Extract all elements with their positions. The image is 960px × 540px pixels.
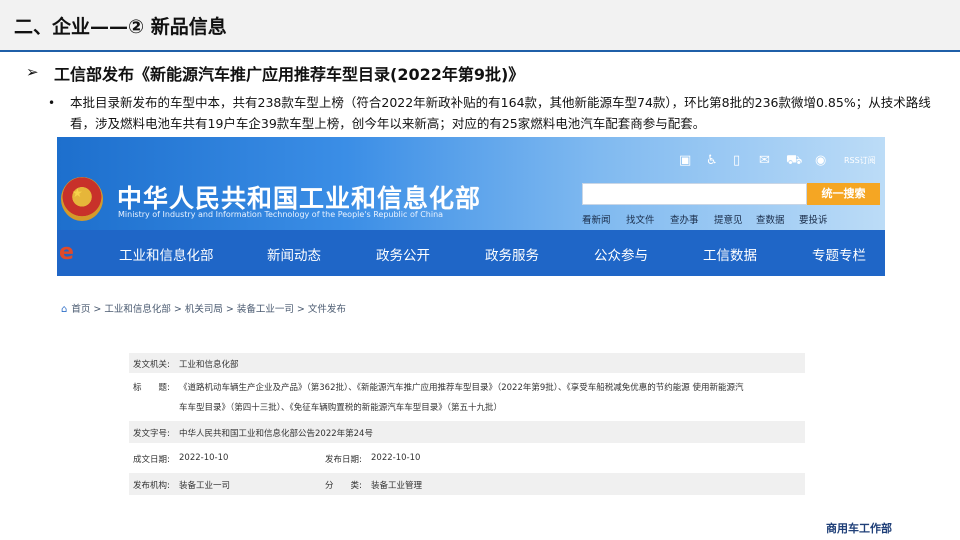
title-label: 标 题: [133,383,170,393]
org-value: 装备工业一司 [179,481,231,491]
breadcrumb: ⌂ 首页 > 工业和信息化部 > 机关司局 > 装备工业一司 > 文件发布 [61,301,346,315]
emblem-star-icon: ★ [72,186,83,200]
number-label: 发文字号: [133,429,170,439]
dot-bullet-icon: • [48,96,56,110]
info-row-org: 发布机构: 装备工业一司 分 类: 装备工业管理 [129,473,805,495]
info-row-issuer: 发文机关: 工业和信息化部 [129,353,805,373]
quick-link-files[interactable]: 找文件 [626,212,655,226]
created-value: 2022-10-10 [179,453,229,463]
sub-heading: 工信部发布《新能源汽车推广应用推荐车型目录(2022年第9批)》 [54,65,525,84]
search-button[interactable]: 统一搜索 [807,183,880,205]
number-value: 中华人民共和国工业和信息化部公告2022年第24号 [179,429,373,439]
cart-icon[interactable]: ⛟ [786,153,802,170]
info-row-dates: 成文日期: 2022-10-10 发布日期: 2022-10-10 [129,447,805,469]
nav-item-data[interactable]: 工信数据 [703,244,757,264]
rss-link[interactable]: RSS订阅 [844,155,876,166]
nav-item-gov-services[interactable]: 政务服务 [485,244,539,264]
breadcrumb-text[interactable]: 首页 > 工业和信息化部 > 机关司局 > 装备工业一司 > 文件发布 [71,304,346,315]
nav-item-gov-affairs[interactable]: 政务公开 [376,244,430,264]
home-icon[interactable]: ⌂ [61,304,67,315]
issuer-value: 工业和信息化部 [179,360,239,370]
arrow-bullet-icon: ➢ [26,63,39,81]
miit-screenshot: ★ 中华人民共和国工业和信息化部 Ministry of Industry an… [57,137,885,497]
quick-link-feedback[interactable]: 提意见 [714,212,743,226]
nav-item-topics[interactable]: 专题专栏 [812,244,866,264]
nav-item-public[interactable]: 公众参与 [594,244,648,264]
issuer-label: 发文机关: [133,360,170,370]
info-row-title: 标 题: 《道路机动车辆生产企业及产品》（第362批）、《新能源汽车推广应用推荐… [129,377,805,417]
accessibility-icon[interactable]: ♿ [706,153,718,168]
mobile-icon[interactable]: ▣ [679,153,691,168]
title-line-2: 车车型目录》（第四十三批）、《免征车辆购置税的新能源汽车车型目录》（第五十九批） [179,403,503,413]
slide-title: 二、企业——② 新品信息 [14,16,227,38]
quick-link-services[interactable]: 查办事 [670,212,699,226]
created-label: 成文日期: [133,455,170,465]
phone-icon[interactable]: ▯ [733,153,740,168]
info-row-number: 发文字号: 中华人民共和国工业和信息化部公告2022年第24号 [129,421,805,443]
nav-item-miit[interactable]: 工业和信息化部 [119,244,214,264]
nav-logo-icon: e [59,240,74,265]
quick-link-complaint[interactable]: 要投诉 [799,212,828,226]
miit-name-en: Ministry of Industry and Information Tec… [118,210,444,219]
nav-item-news[interactable]: 新闻动态 [267,244,321,264]
mail-icon[interactable]: ✉ [759,153,770,168]
search-input[interactable] [582,183,807,205]
body-paragraph: 本批目录新发布的车型中本，共有238款车型上榜（符合2022年新政补贴的有164… [70,95,931,131]
top-icon-bar: ▣ ♿ ▯ ✉ ⛟ ◉ RSS订阅 [679,153,879,171]
org-label: 发布机构: [133,481,170,491]
footer-department: 商用车工作部 [826,522,892,535]
title-line-1: 《道路机动车辆生产企业及产品》（第362批）、《新能源汽车推广应用推荐车型目录》… [179,383,744,393]
category-value: 装备工业管理 [371,481,423,491]
header-rule [0,50,960,52]
weibo-icon[interactable]: ◉ [815,153,826,168]
published-label: 发布日期: [325,455,362,465]
category-label: 分 类: [325,481,362,491]
quick-link-data[interactable]: 查数据 [756,212,785,226]
quick-link-news[interactable]: 看新闻 [582,212,611,226]
published-value: 2022-10-10 [371,453,421,463]
